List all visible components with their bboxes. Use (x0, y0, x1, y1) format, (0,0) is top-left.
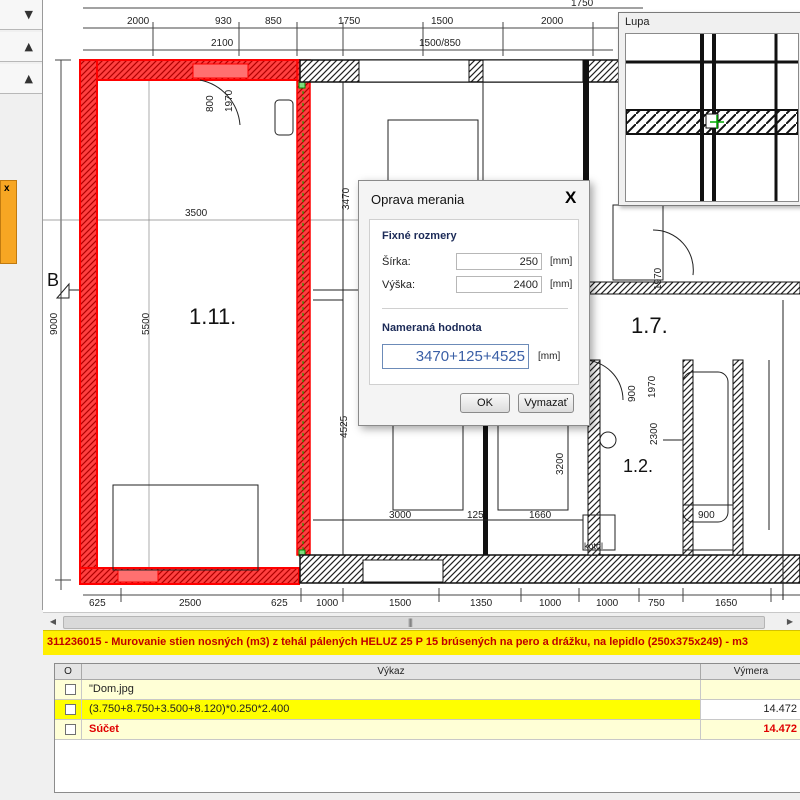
dim-label: 2100 (211, 38, 234, 49)
item-description-bar: 311236015 - Murovanie stien nosných (m3)… (43, 630, 800, 656)
left-panel: ▼ ▲ ▲ x (0, 0, 43, 610)
room-label: 1.11. (189, 304, 237, 329)
column-header-o[interactable]: O (55, 664, 82, 680)
dim-label: 1350 (470, 598, 493, 609)
row-checkbox[interactable] (65, 684, 76, 695)
dialog-title: Oprava merania (371, 192, 465, 207)
height-input[interactable]: 2400 (456, 276, 542, 293)
fixed-dimensions-heading: Fixné rozmery (382, 230, 457, 242)
measured-value-input[interactable]: 3470+125+4525 (382, 344, 529, 369)
width-input[interactable]: 250 (456, 253, 542, 270)
dim-label: 800 (205, 95, 216, 112)
section-label: B (47, 270, 60, 290)
collapsed-panel-tab[interactable]: x (0, 180, 17, 264)
dim-label: 625 (271, 598, 288, 609)
dim-label: 1970 (653, 267, 664, 290)
row-checkbox[interactable] (65, 704, 76, 715)
column-divider (700, 680, 701, 699)
dim-label: 1970 (647, 375, 658, 398)
magnifier-window[interactable]: Lupa (618, 12, 800, 206)
quantity-grid: O Výkaz Výmera "Dom.jpg (3.750+8.750+3.5… (54, 663, 800, 793)
panel-row-3[interactable]: ▲ (0, 64, 42, 94)
quantity-grid-area: O Výkaz Výmera "Dom.jpg (3.750+8.750+3.5… (43, 655, 800, 800)
dim-label: 1500 (389, 598, 412, 609)
row-text[interactable]: "Dom.jpg (89, 683, 134, 695)
dim-label: 1000 (596, 598, 619, 609)
column-divider (700, 720, 701, 739)
clear-button[interactable]: Vymazať (518, 393, 574, 413)
dim-label: 2300 (649, 422, 660, 445)
dim-label: 3000 (389, 510, 412, 521)
width-label: Šírka: (382, 256, 411, 268)
dim-label: 3500 (185, 208, 208, 219)
panel-row-1[interactable]: ▼ (0, 0, 42, 30)
dim-label: 1500 (431, 16, 454, 27)
row-checkbox[interactable] (65, 724, 76, 735)
dim-label: 1660 (529, 510, 552, 521)
chevron-up-icon[interactable]: ▲ (25, 72, 33, 85)
dim-label: 900 (627, 385, 638, 402)
scroll-left-icon[interactable]: ◀ (46, 615, 60, 628)
room-label: 1.2. (623, 456, 654, 476)
dim-label: 1000 (316, 598, 339, 609)
table-row[interactable]: "Dom.jpg (55, 680, 800, 700)
measured-value-heading: Nameraná hodnota (382, 322, 482, 334)
dim-label: 750 (648, 598, 665, 609)
measured-unit: [mm] (538, 351, 561, 362)
dim-label: 1750 (338, 16, 361, 27)
panel-row-2[interactable]: ▲ (0, 32, 42, 62)
grip-icon: ||| (408, 617, 413, 627)
column-divider (81, 720, 82, 739)
horizontal-scrollbar[interactable]: ◀ ||| ▶ (43, 612, 800, 630)
divider (382, 308, 568, 309)
dim-label: 3470 (341, 187, 352, 210)
dialog-body: Fixné rozmery Šírka: 250 [mm] Výška: 240… (369, 219, 579, 385)
height-label: Výška: (382, 279, 416, 291)
scroll-right-icon[interactable]: ▶ (783, 615, 797, 628)
row-value[interactable]: 14.472 (701, 700, 800, 719)
dim-label: 625 (89, 598, 106, 609)
dim-label: 4525 (339, 415, 350, 438)
row-text[interactable]: (3.750+8.750+3.500+8.120)*0.250*2.400 (89, 703, 289, 715)
dim-label: 5500 (141, 312, 152, 335)
dim-label: 125 (467, 510, 484, 521)
column-header-vymera[interactable]: Výmera (701, 664, 800, 680)
ok-button[interactable]: OK (460, 393, 510, 413)
kotol-label: kotol (584, 541, 604, 551)
item-description: 311236015 - Murovanie stien nosných (m3)… (47, 636, 749, 648)
dim-label: 9000 (49, 312, 60, 335)
sum-value: 14.472 (763, 723, 797, 735)
dim-label: 2500 (179, 598, 202, 609)
room-label: 1.7. (631, 313, 668, 338)
magnifier-view (625, 33, 799, 202)
close-icon[interactable]: x (4, 183, 10, 194)
column-divider (81, 680, 82, 699)
table-row[interactable]: (3.750+8.750+3.500+8.120)*0.250*2.400 14… (55, 700, 800, 720)
column-header-vykaz[interactable]: Výkaz (82, 664, 701, 680)
width-unit: [mm] (550, 256, 573, 267)
magnifier-drawing (626, 34, 798, 201)
dim-label: 1000 (539, 598, 562, 609)
chevron-up-icon[interactable]: ▲ (25, 40, 33, 53)
scrollbar-thumb[interactable]: ||| (63, 616, 765, 629)
dim-label: 1650 (715, 598, 738, 609)
dim-label: 2000 (127, 16, 150, 27)
dim-label: 1500/850 (419, 38, 461, 49)
dim-label: 930 (215, 16, 232, 27)
chevron-down-icon[interactable]: ▼ (25, 8, 33, 21)
table-row-sum[interactable]: Súčet 14.472 (55, 720, 800, 740)
close-icon[interactable]: X (565, 188, 576, 208)
dim-label: 1750 (571, 0, 594, 9)
dim-label: 3200 (555, 452, 566, 475)
measurement-dialog: Oprava merania X Fixné rozmery Šírka: 25… (358, 180, 590, 426)
column-divider (81, 700, 82, 719)
sum-label: Súčet (89, 723, 119, 735)
dim-label: 850 (265, 16, 282, 27)
magnifier-title: Lupa (625, 16, 650, 28)
dim-label: 2000 (541, 16, 564, 27)
height-unit: [mm] (550, 279, 573, 290)
dim-label: 900 (698, 510, 715, 521)
dim-label: 1970 (224, 89, 235, 112)
